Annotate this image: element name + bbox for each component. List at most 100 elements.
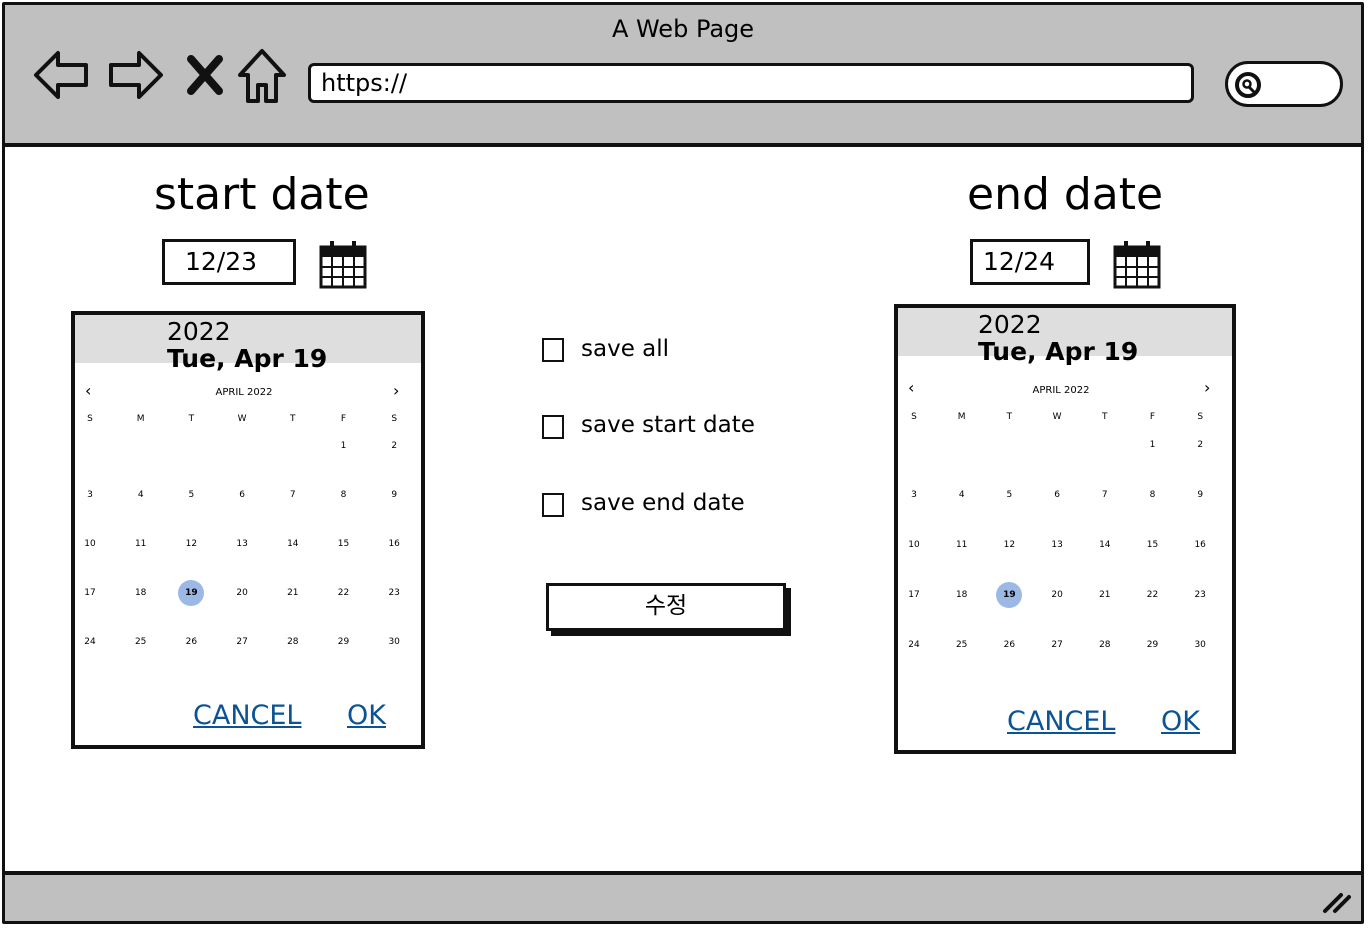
ok-button[interactable]: OK	[1161, 706, 1200, 737]
picker-year[interactable]: 2022	[978, 310, 1042, 339]
calendar-day[interactable]: 24	[77, 629, 103, 655]
address-bar[interactable]: https://	[308, 63, 1194, 103]
calendar-day[interactable]: 17	[901, 582, 927, 608]
weekday-label: F	[340, 414, 347, 424]
cancel-button[interactable]: CANCEL	[193, 700, 301, 731]
calendar-day[interactable]: 26	[996, 632, 1022, 658]
chevron-right-icon[interactable]: ›	[393, 381, 399, 400]
calendar-day[interactable]: 14	[1092, 532, 1118, 558]
calendar-day[interactable]: 9	[381, 482, 407, 508]
calendar-day[interactable]: 30	[1187, 632, 1213, 658]
calendar-day[interactable]: 25	[128, 629, 154, 655]
calendar-day[interactable]: 11	[949, 532, 975, 558]
calendar-day[interactable]: 2	[381, 433, 407, 459]
start-date-input[interactable]: 12/23	[162, 239, 296, 285]
calendar-day[interactable]: 9	[1187, 482, 1213, 508]
selected-day[interactable]: 19	[996, 582, 1023, 608]
arrow-right-icon[interactable]	[105, 47, 165, 103]
picker-year[interactable]: 2022	[167, 317, 231, 346]
resize-grip-icon[interactable]	[1321, 889, 1353, 915]
calendar-day[interactable]: 20	[229, 580, 255, 606]
calendar-day[interactable]: 6	[229, 482, 255, 508]
calendar-day[interactable]: 23	[1187, 582, 1213, 608]
status-bar	[5, 871, 1361, 921]
weekday-label: T	[290, 414, 296, 424]
calendar-day[interactable]: 8	[1140, 482, 1166, 508]
end-date-input[interactable]: 12/24	[970, 239, 1090, 285]
calendar-day[interactable]: 22	[1140, 582, 1166, 608]
calendar-day[interactable]: 13	[229, 531, 255, 557]
save-end-date-label: save end date	[581, 490, 745, 516]
calendar-day[interactable]: 15	[331, 531, 357, 557]
arrow-left-icon[interactable]	[32, 47, 92, 103]
calendar-day[interactable]: 29	[331, 629, 357, 655]
calendar-day[interactable]: 16	[1187, 532, 1213, 558]
weekday-label: S	[391, 414, 398, 424]
calendar-day[interactable]: 14	[280, 531, 306, 557]
ok-button[interactable]: OK	[347, 700, 386, 731]
edit-button[interactable]: 수정	[546, 583, 786, 631]
search-field[interactable]	[1225, 61, 1343, 107]
picker-selected-date: Tue, Apr 19	[978, 337, 1139, 366]
calendar-day[interactable]: 1	[331, 433, 357, 459]
save-end-date-checkbox[interactable]	[542, 493, 564, 517]
save-all-label: save all	[581, 336, 670, 362]
close-icon[interactable]	[185, 55, 225, 95]
calendar-day[interactable]: 10	[77, 531, 103, 557]
calendar-day[interactable]: 20	[1044, 582, 1070, 608]
calendar-day[interactable]: 22	[331, 580, 357, 606]
calendar-day[interactable]: 28	[1092, 632, 1118, 658]
calendar-day[interactable]: 11	[128, 531, 154, 557]
calendar-icon[interactable]	[1113, 239, 1161, 289]
calendar-day[interactable]: 15	[1140, 532, 1166, 558]
calendar-day[interactable]: 3	[901, 482, 927, 508]
calendar-day[interactable]: 1	[1140, 432, 1166, 458]
cancel-button[interactable]: CANCEL	[1007, 706, 1115, 737]
calendar-day[interactable]: 18	[128, 580, 154, 606]
calendar-day[interactable]: 7	[1092, 482, 1118, 508]
weekday-label: W	[237, 414, 247, 424]
calendar-day[interactable]: 12	[996, 532, 1022, 558]
save-start-date-checkbox[interactable]	[542, 415, 564, 439]
calendar-day[interactable]: 17	[77, 580, 103, 606]
weekday-label: T	[1006, 412, 1013, 422]
calendar-day[interactable]: 5	[178, 482, 204, 508]
weekday-label: F	[1149, 412, 1156, 422]
calendar-day[interactable]: 29	[1140, 632, 1166, 658]
home-icon[interactable]	[236, 47, 288, 105]
calendar-day[interactable]: 10	[901, 532, 927, 558]
calendar-day[interactable]: 28	[280, 629, 306, 655]
chevron-left-icon[interactable]: ‹	[85, 381, 91, 400]
selected-day[interactable]: 19	[178, 580, 205, 606]
calendar-day[interactable]: 8	[331, 482, 357, 508]
calendar-day[interactable]: 18	[949, 582, 975, 608]
chevron-right-icon[interactable]: ›	[1204, 378, 1210, 397]
save-all-checkbox[interactable]	[542, 338, 564, 362]
calendar-day[interactable]: 7	[280, 482, 306, 508]
calendar-day[interactable]: 4	[128, 482, 154, 508]
weekday-label: S	[911, 412, 917, 422]
calendar-day[interactable]: 25	[949, 632, 975, 658]
calendar-day[interactable]: 23	[381, 580, 407, 606]
calendar-day[interactable]: 27	[229, 629, 255, 655]
calendar-day[interactable]: 27	[1044, 632, 1070, 658]
search-icon	[1235, 72, 1261, 98]
calendar-day[interactable]: 21	[280, 580, 306, 606]
calendar-day[interactable]: 2	[1187, 432, 1213, 458]
weekday-label: T	[188, 414, 195, 424]
calendar-day[interactable]: 3	[77, 482, 103, 508]
calendar-day[interactable]: 12	[178, 531, 204, 557]
calendar-day[interactable]: 24	[901, 632, 927, 658]
chevron-left-icon[interactable]: ‹	[908, 378, 914, 397]
calendar-day[interactable]: 26	[178, 629, 204, 655]
calendar-icon[interactable]	[319, 239, 367, 289]
calendar-day[interactable]: 6	[1044, 482, 1070, 508]
calendar-day[interactable]: 13	[1044, 532, 1070, 558]
calendar-day[interactable]: 4	[949, 482, 975, 508]
calendar-day[interactable]: 21	[1092, 582, 1118, 608]
calendar-day[interactable]: 16	[381, 531, 407, 557]
calendar-day[interactable]: 30	[381, 629, 407, 655]
weekday-label: M	[957, 412, 966, 422]
calendar-day[interactable]: 5	[996, 482, 1022, 508]
month-label: APRIL 2022	[1032, 385, 1090, 396]
